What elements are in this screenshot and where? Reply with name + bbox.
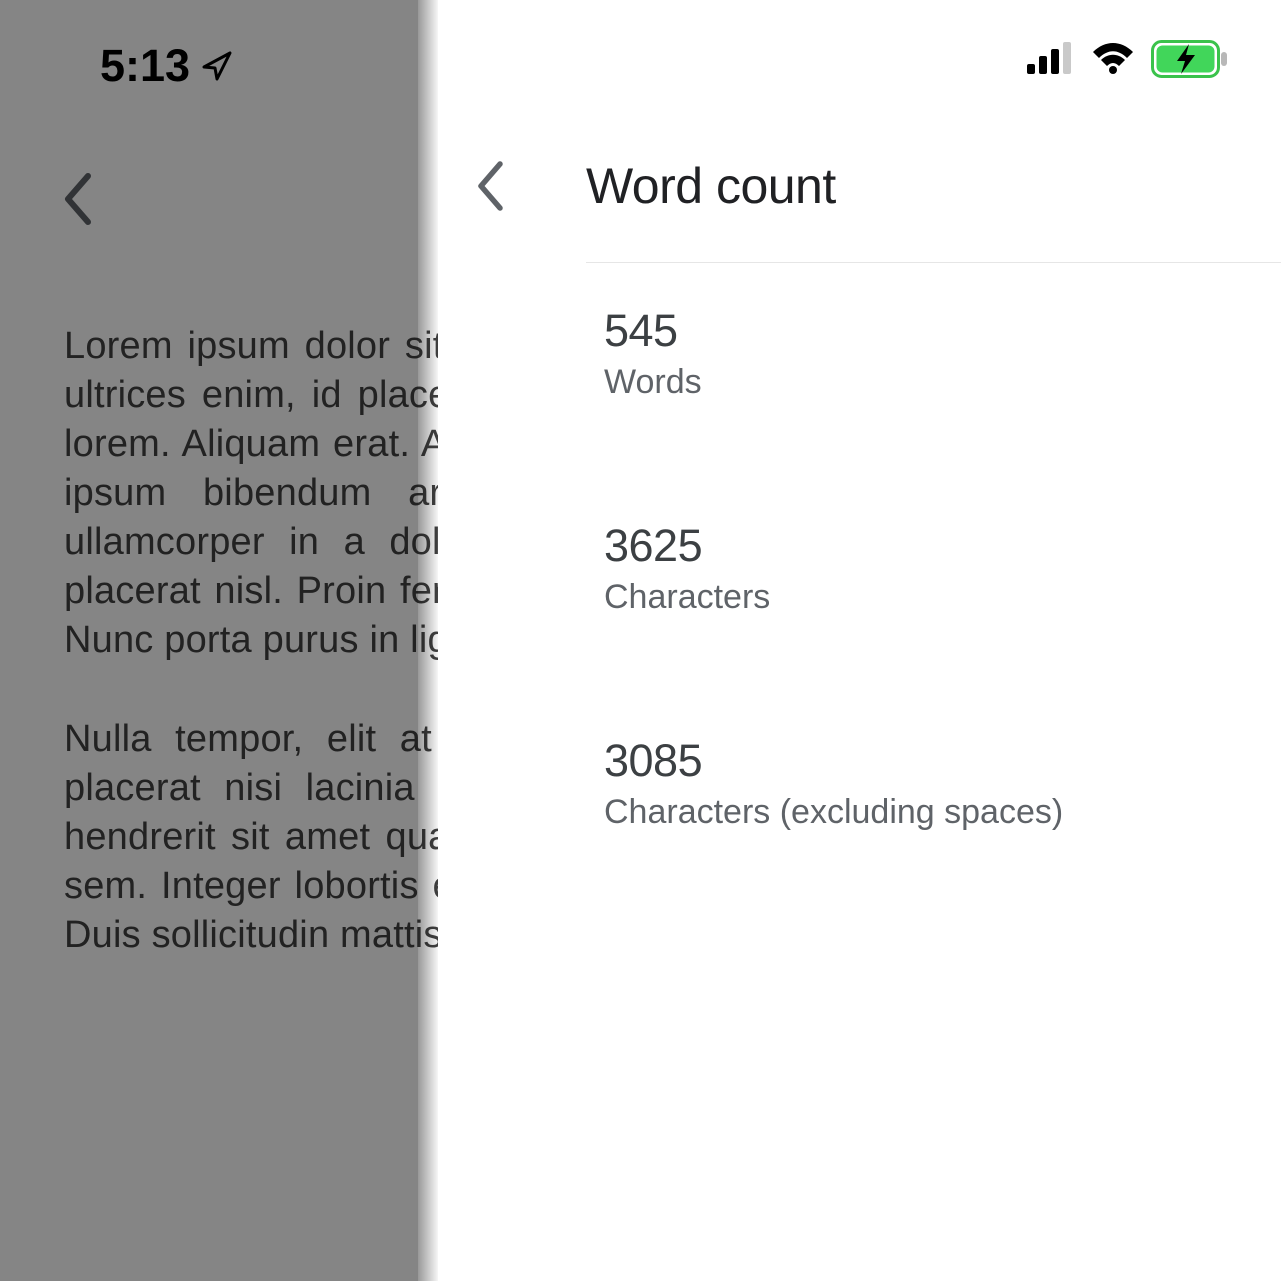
panel-separator	[586, 262, 1281, 263]
word-count-panel: Word count 545 Words 3625 Characters 308…	[438, 0, 1281, 1281]
stat-label: Characters	[604, 578, 1063, 617]
stats-list: 545 Words 3625 Characters 3085 Character…	[604, 305, 1063, 950]
panel-header: Word count	[438, 128, 1281, 243]
stat-value: 3625	[604, 520, 1063, 572]
battery-charging-icon	[1151, 40, 1229, 78]
dim-overlay[interactable]	[0, 0, 418, 1281]
location-arrow-icon	[200, 49, 234, 83]
stat-value: 3085	[604, 735, 1063, 787]
status-time: 5:13	[100, 40, 234, 92]
status-bar: 5:13	[0, 0, 1281, 100]
screen-root: Lorem ipsum dolor sit amet, consectetur …	[0, 0, 1281, 1281]
panel-back-button[interactable]	[474, 159, 544, 213]
panel-title: Word count	[586, 157, 836, 215]
status-right	[1027, 40, 1229, 78]
status-time-text: 5:13	[100, 40, 190, 92]
stat-words: 545 Words	[604, 305, 1063, 402]
cellular-signal-icon	[1027, 42, 1075, 76]
wifi-icon	[1091, 42, 1135, 76]
stat-label: Words	[604, 363, 1063, 402]
stat-value: 545	[604, 305, 1063, 357]
chevron-left-icon	[474, 159, 506, 213]
stat-characters: 3625 Characters	[604, 520, 1063, 617]
stat-characters-no-spaces: 3085 Characters (excluding spaces)	[604, 735, 1063, 832]
stat-label: Characters (excluding spaces)	[604, 793, 1063, 832]
